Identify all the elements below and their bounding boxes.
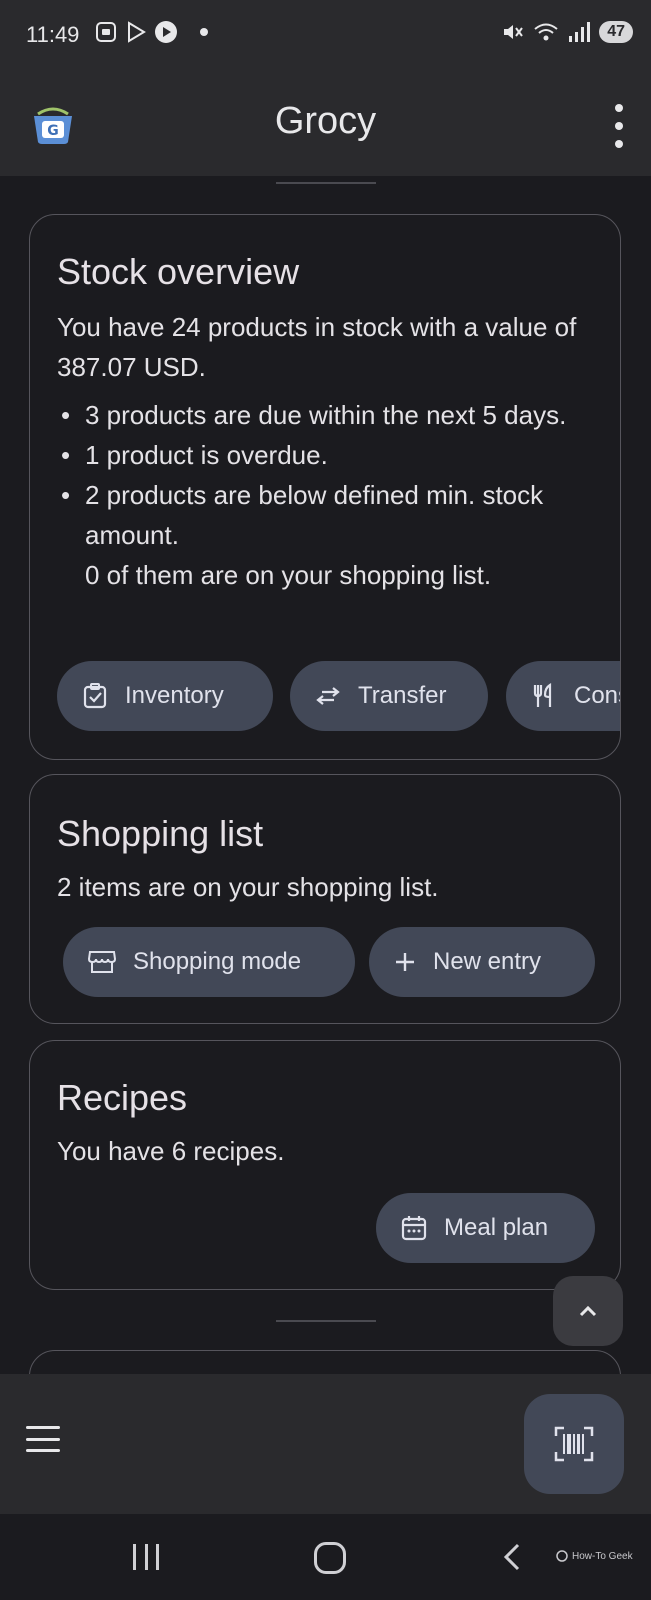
- recipes-title: Recipes: [57, 1077, 188, 1118]
- watermark: How-To Geek: [556, 1550, 633, 1562]
- status-system-icons: 47: [501, 20, 633, 44]
- clipboard-check-icon: [83, 683, 107, 709]
- status-notification-icons: [94, 20, 208, 44]
- scroll-to-top-button[interactable]: [553, 1276, 623, 1346]
- battery-level: 47: [599, 21, 633, 43]
- shopping-list-card: Shopping list 2 items are on your shoppi…: [29, 774, 621, 1024]
- shopping-mode-button-label: Shopping mode: [133, 948, 302, 975]
- chevron-up-icon: [579, 1305, 597, 1317]
- top-app-bar: G Grocy: [0, 76, 651, 176]
- swap-arrows-icon: [316, 687, 340, 705]
- inventory-button-label: Inventory: [125, 682, 224, 709]
- app-title: Grocy: [274, 100, 377, 142]
- screenshot-icon: [96, 22, 116, 42]
- system-nav-bar: How-To Geek: [0, 1514, 651, 1600]
- shopping-mode-button[interactable]: Shopping mode: [63, 927, 355, 997]
- stock-shopping-note: 0 of them are on your shopping list.: [85, 560, 492, 590]
- stock-overview-card: Stock overview You have 24 products in s…: [29, 214, 621, 760]
- signal-icon: [569, 22, 591, 42]
- calendar-icon: [401, 1216, 427, 1241]
- watermark-logo-icon: [556, 1550, 568, 1562]
- home-icon[interactable]: [314, 1542, 346, 1574]
- plus-icon: [396, 953, 414, 971]
- consume-button-label: Consume: [574, 682, 620, 709]
- status-time: 11:49: [26, 22, 80, 47]
- stock-summary: You have 24 products in stock with a val…: [57, 312, 577, 382]
- transfer-button-label: Transfer: [358, 682, 447, 709]
- stock-bullet-list: 3 products are due within the next 5 day…: [57, 395, 597, 595]
- shopping-list-title: Shopping list: [57, 813, 264, 854]
- consume-button[interactable]: Consume: [506, 661, 620, 731]
- scan-fab[interactable]: [524, 1394, 624, 1494]
- stock-overview-title: Stock overview: [57, 251, 300, 292]
- transfer-button[interactable]: Transfer: [290, 661, 488, 731]
- stock-bullet-overdue: 1 product is overdue.: [57, 435, 597, 475]
- barcode-scan-icon: [554, 1426, 594, 1462]
- inventory-button[interactable]: Inventory: [57, 661, 273, 731]
- new-entry-button-label: New entry: [433, 948, 542, 975]
- bottom-app-bar: [0, 1374, 651, 1514]
- notification-dot-icon: [200, 28, 208, 36]
- fork-knife-icon: [533, 683, 552, 707]
- meal-plan-button[interactable]: Meal plan: [376, 1193, 595, 1263]
- bottom-divider: [276, 1320, 376, 1322]
- new-entry-button[interactable]: New entry: [369, 927, 595, 997]
- recent-apps-icon[interactable]: [133, 1544, 159, 1570]
- back-icon[interactable]: [500, 1542, 524, 1572]
- hamburger-menu-icon[interactable]: [26, 1426, 60, 1452]
- stock-bullet-due: 3 products are due within the next 5 day…: [57, 395, 597, 435]
- storefront-icon: [87, 951, 117, 973]
- wifi-icon: [534, 23, 558, 41]
- watermark-text: How-To Geek: [572, 1550, 633, 1562]
- mute-icon: [504, 25, 524, 39]
- shopping-list-summary: 2 items are on your shopping list.: [57, 872, 439, 902]
- play-icon: [155, 21, 177, 43]
- stock-bullet-min-stock: 2 products are below defined min. stock …: [57, 475, 597, 555]
- status-bar: 11:49 47: [0, 0, 651, 76]
- play-store-icon: [128, 21, 146, 43]
- recipes-summary: You have 6 recipes.: [57, 1136, 285, 1166]
- meal-plan-button-label: Meal plan: [444, 1214, 549, 1241]
- recipes-card: Recipes You have 6 recipes. Meal plan: [29, 1040, 621, 1290]
- top-divider: [276, 182, 376, 184]
- overflow-menu-icon[interactable]: [611, 104, 627, 148]
